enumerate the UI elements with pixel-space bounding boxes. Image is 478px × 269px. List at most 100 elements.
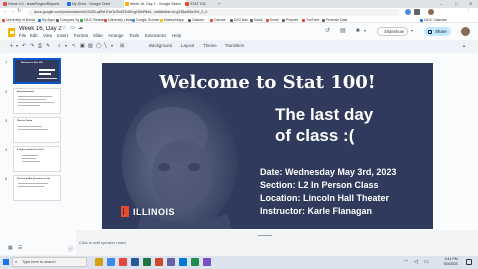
slide-thumbnail-5[interactable]: The last 4 Mini Questions so far [13,175,61,201]
word-app-icon[interactable] [131,258,139,266]
select-cursor-icon[interactable]: ↖ [72,42,76,50]
paint-format-icon[interactable]: ✎ [46,42,50,50]
menu-view[interactable]: View [43,33,52,38]
current-slide[interactable]: Welcome to Stat 100! The last day of cla… [102,63,433,229]
bookmark-icon [210,18,213,22]
tab-favicon-icon [185,2,189,6]
back-arrow-icon[interactable]: ← [3,7,8,15]
url-input[interactable]: docs.google.com/presentation/d/1SZ5f-ajR… [28,9,400,16]
slide-thumbnail-3[interactable]: Plan for Today [13,117,61,143]
windows-start-icon[interactable] [3,259,9,265]
slide-subtitle-line-2[interactable]: of class :( [275,126,354,146]
volume-icon[interactable]: ◁ [414,259,418,265]
image-icon[interactable]: ▨ [88,42,93,50]
bookmark-icon [104,18,107,22]
forward-arrow-icon[interactable]: → [10,7,15,15]
move-folder-icon[interactable]: ▭ [70,24,75,32]
new-tab-button[interactable]: + [218,0,220,8]
bookmark-icon [250,18,253,22]
slide-thumbnail-1[interactable]: Welcome to Stat 100! [13,58,61,84]
shape-icon[interactable]: ◯ [96,42,102,50]
network-icon[interactable]: ◠ [404,259,408,265]
notifications-icon[interactable] [466,259,472,265]
line-chevron-icon[interactable]: ▾ [111,42,113,50]
notes-resize-handle[interactable] [258,235,272,236]
profile-avatar[interactable] [428,9,434,15]
theme-button[interactable]: Theme [203,42,217,50]
outlook-app-icon[interactable] [179,258,187,266]
minimize-icon[interactable]: – [440,0,442,8]
layout-button[interactable]: Layout [181,42,194,50]
browser-tab[interactable]: My Drive - Google Drive [66,0,126,8]
slideshow-dropdown-icon[interactable]: ▾ [411,27,413,35]
collapse-toolbar-icon[interactable]: ▴ [463,42,465,50]
slide-subtitle-line-1[interactable]: The last day [275,105,373,125]
menu-insert[interactable]: Insert [57,33,68,38]
print-icon[interactable]: ⎙ [38,42,42,50]
line-icon[interactable]: ╲ [104,42,107,50]
slide-info-location[interactable]: Location: Lincoln Hall Theater [260,193,389,203]
cloud-status-icon[interactable]: ☁ [78,24,83,32]
slide-info-date[interactable]: Date: Wednesday May 3rd, 2023 [260,167,396,177]
speaker-notes-field[interactable]: Click to add speaker notes [76,240,478,248]
slides-logo-icon[interactable] [8,28,15,37]
app-icon[interactable] [203,258,211,266]
app-icon[interactable] [191,258,199,266]
insert-comment-icon[interactable]: ⊞ [120,42,124,50]
teams-app-icon[interactable] [167,258,175,266]
add-slide-icon[interactable]: ＋ [9,42,14,50]
slide-info-section[interactable]: Section: L2 In Person Class [260,180,379,190]
chevron-down-icon[interactable]: ▾ [364,27,366,35]
menu-arrange[interactable]: Arrange [108,33,124,38]
reload-icon[interactable]: ↻ [17,7,21,15]
menu-extensions[interactable]: Extensions [145,33,166,38]
battery-icon[interactable]: ▭ [424,259,429,265]
document-title[interactable]: Week 16, Day 2 [19,26,62,32]
browser-tab-active[interactable]: Week 16, Day 2 - Google Slides [124,0,186,8]
collapse-panel-icon[interactable]: ‹ [67,245,74,252]
slide-info-instructor[interactable]: Instructor: Karle Flanagan [260,206,372,216]
excel-app-icon[interactable] [143,258,151,266]
file-explorer-icon[interactable] [95,258,103,266]
edge-browser-icon[interactable] [107,258,115,266]
menu-format[interactable]: Format [74,33,88,38]
chrome-browser-icon[interactable] [119,258,127,266]
zoom-chevron-icon[interactable]: ▾ [65,42,67,50]
slide-title[interactable]: Welcome to Stat 100! [102,72,433,93]
powerpoint-app-icon[interactable] [155,258,163,266]
filmstrip-view-icon[interactable]: ☰ [18,244,22,252]
menu-edit[interactable]: Edit [30,33,38,38]
thumbnail-text-line [18,99,46,100]
comment-icon[interactable]: ▤ [340,27,346,35]
background-button[interactable]: Background [149,42,172,50]
meet-video-icon[interactable]: ■ [356,27,360,35]
history-icon[interactable]: ↺ [325,27,330,35]
redo-icon[interactable]: ↷ [30,42,34,50]
extension-icon[interactable] [405,9,411,15]
zoom-icon[interactable]: ⌕ [58,42,61,50]
taskbar-clock[interactable]: 2:41 PM 5/3/2023 [444,257,458,267]
browser-tab[interactable]: STAT 100 [184,0,220,8]
grid-view-icon[interactable]: ▦ [8,244,13,252]
share-label: Share [435,29,447,34]
extension-icon[interactable] [414,9,420,15]
tab-label: STAT 100 [190,2,206,6]
menu-help[interactable]: Help [172,33,181,38]
maximize-icon[interactable]: □ [455,0,457,8]
menu-slide[interactable]: Slide [93,33,103,38]
slideshow-button[interactable]: Slideshow [377,27,408,36]
menu-file[interactable]: File [19,33,26,38]
add-slide-chevron-icon[interactable]: ▾ [16,42,18,50]
text-box-icon[interactable]: ▣ [80,42,85,50]
slide-thumbnail-4[interactable]: 4 Topics should I re-visit? [13,146,61,172]
share-button[interactable]: Share [424,27,451,36]
menu-tools[interactable]: Tools [129,33,139,38]
slide-number: 3 [5,118,8,123]
browser-menu-icon[interactable]: ⋮ [466,7,471,15]
taskbar-search-input[interactable]: ⌕ Type here to search [12,257,87,267]
slide-thumbnail-2[interactable]: Announcements [13,88,61,114]
transition-button[interactable]: Transition [225,42,244,50]
star-icon[interactable]: ☆ [62,24,66,32]
user-avatar[interactable] [461,27,470,36]
undo-icon[interactable]: ↶ [22,42,26,50]
